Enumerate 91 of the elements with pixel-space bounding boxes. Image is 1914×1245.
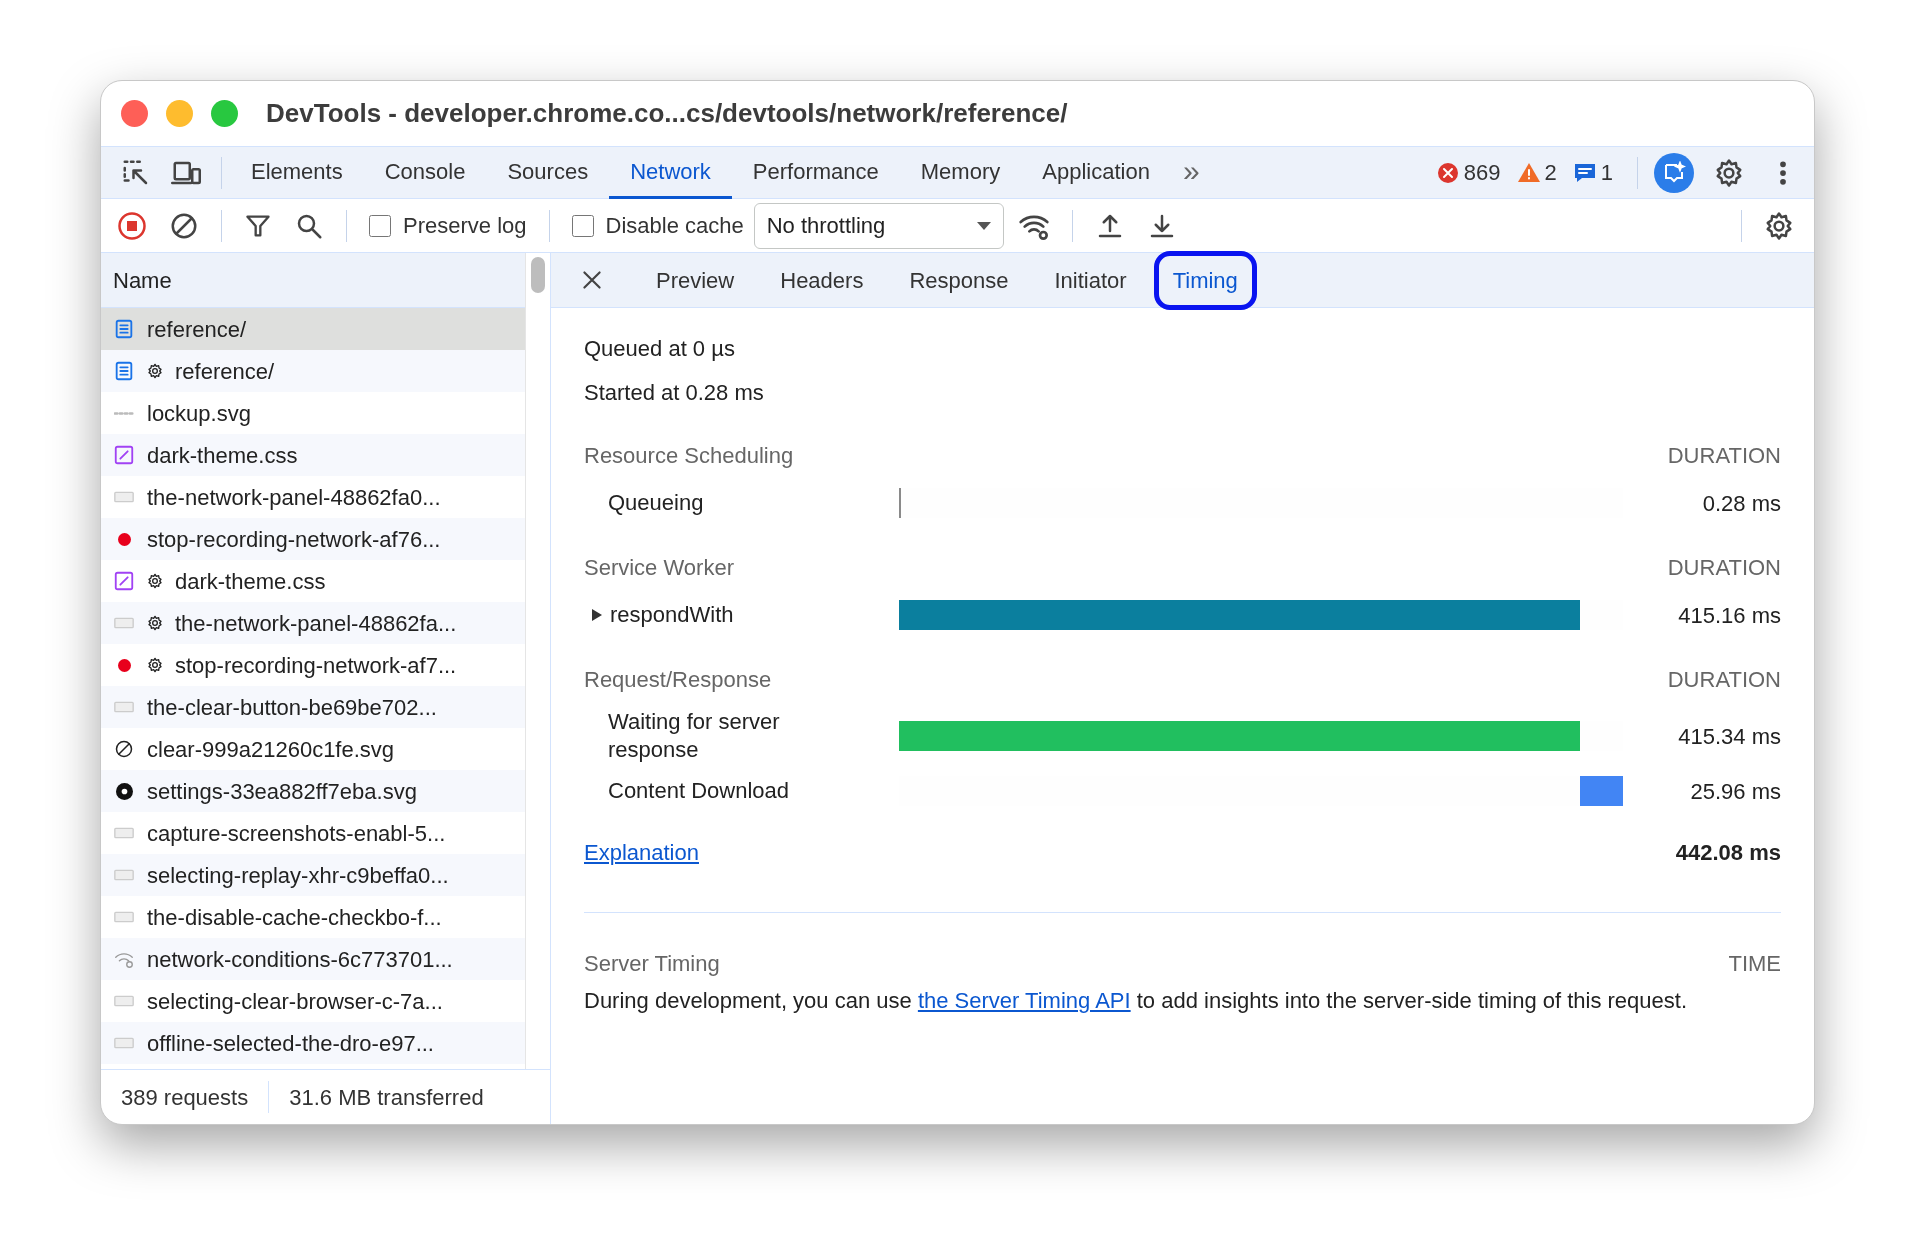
timing-label: Content Download <box>608 777 789 805</box>
column-label: TIME <box>1728 949 1781 978</box>
document-icon <box>113 360 135 382</box>
request-name: reference/ <box>175 357 275 386</box>
request-name: selecting-replay-xhr-c9beffa0... <box>147 861 449 890</box>
duration-value: 25.96 ms <box>1689 777 1781 806</box>
duration-value: 415.16 ms <box>1677 601 1781 630</box>
dashed-line-icon <box>114 411 134 415</box>
error-counter[interactable]: 869 <box>1435 156 1501 189</box>
request-row[interactable]: settings-33ea882ff7eba.svg <box>101 770 525 812</box>
duration-value: 0.28 ms <box>1701 489 1781 518</box>
request-name: dark-theme.css <box>175 567 326 596</box>
queued-time: Queued at 0 µs <box>584 334 736 363</box>
request-name: capture-screenshots-enabl-5... <box>147 819 446 848</box>
request-name: the-network-panel-48862fa0... <box>147 483 441 512</box>
panel-tab[interactable]: Sources <box>486 146 610 199</box>
request-name: stop-recording-network-af76... <box>147 525 441 554</box>
started-time: Started at 0.28 ms <box>584 378 765 407</box>
detail-tab[interactable]: Headers <box>761 250 883 310</box>
panel-tab[interactable]: Performance <box>731 146 900 199</box>
status-text: 389 requests <box>120 1083 250 1112</box>
request-name: the-clear-button-be69be702... <box>147 693 437 722</box>
detail-tab[interactable]: Timing <box>1153 250 1257 310</box>
request-row[interactable]: stop-recording-network-af76... <box>101 518 525 560</box>
timing-label: respondWith <box>610 601 734 629</box>
explanation-link[interactable]: Explanation <box>584 835 699 869</box>
request-name: network-conditions-6c773701... <box>147 945 453 974</box>
detail-tab[interactable]: Response <box>890 250 1028 310</box>
disable-cache-label: Disable cache <box>605 212 744 240</box>
close-window-button[interactable] <box>121 100 148 127</box>
gear-icon <box>115 782 133 800</box>
settings-icon[interactable] <box>1764 210 1794 241</box>
ai-assistant-icon[interactable] <box>1654 152 1694 193</box>
detail-tab[interactable]: Initiator <box>1035 250 1146 310</box>
request-name: dark-theme.css <box>147 441 298 470</box>
timing-label: Queueing <box>608 489 704 517</box>
panel-tab[interactable]: Console <box>363 146 487 199</box>
request-row[interactable]: dark-theme.css <box>101 434 525 476</box>
request-name: the-network-panel-48862fa... <box>175 609 457 638</box>
info-counter[interactable]: 1 <box>1572 156 1613 189</box>
request-name: lockup.svg <box>147 399 251 428</box>
record-icon <box>117 658 131 672</box>
throttling-dropdown[interactable]: No throttling <box>753 202 1004 249</box>
request-name: stop-recording-network-af7... <box>175 651 457 680</box>
stop-recording-icon[interactable] <box>117 210 147 241</box>
column-label: DURATION <box>1667 554 1781 582</box>
record-icon <box>117 532 131 546</box>
request-name: reference/ <box>147 315 247 344</box>
request-name: offline-selected-the-dro-e97... <box>147 1029 434 1058</box>
request-row[interactable]: selecting-replay-xhr-c9beffa0... <box>101 854 525 896</box>
more-tabs-button[interactable]: » <box>1170 148 1212 197</box>
section-title: Server Timing <box>584 949 720 978</box>
error-icon <box>1435 160 1460 185</box>
status-text: 31.6 MB transferred <box>288 1083 485 1112</box>
duration-value: 415.34 ms <box>1677 722 1781 751</box>
section-title: Service Worker <box>584 554 734 582</box>
total-duration: 442.08 ms <box>1675 838 1781 867</box>
request-name: the-disable-cache-checkbo-f... <box>147 903 442 932</box>
column-label: DURATION <box>1667 666 1781 694</box>
server-timing-api-link[interactable]: the Server Timing API <box>917 988 1131 1013</box>
expand-icon[interactable] <box>592 609 602 621</box>
panel-tab[interactable]: Memory <box>899 146 1022 199</box>
server-timing-description: During development, you can use the Server Timing API to add insights into the server-side timing of this request. <box>584 987 1689 1015</box>
request-row[interactable]: network-conditions-6c773701... <box>101 938 525 980</box>
request-row[interactable]: reference/ <box>101 308 525 350</box>
panel-tab[interactable]: Application <box>1021 146 1171 199</box>
request-row[interactable]: offline-selected-the-dro-e97... <box>101 1022 525 1064</box>
request-row[interactable]: reference/ <box>101 350 525 392</box>
stylesheet-icon <box>113 444 135 466</box>
stylesheet-icon <box>113 570 135 592</box>
timing-label: Waiting for server response <box>608 708 781 764</box>
window-title: DevTools - developer.chrome.co...cs/devtools/network/reference/ <box>266 97 1068 130</box>
request-name: settings-33ea882ff7eba.svg <box>147 777 417 806</box>
request-name: selecting-clear-browser-c-7a... <box>147 987 443 1016</box>
warning-counter[interactable]: 2 <box>1516 156 1557 189</box>
preserve-log-label: Preserve log <box>403 212 527 240</box>
preserve-log-checkbox[interactable] <box>369 214 391 237</box>
section-title: Request/Response <box>584 666 772 694</box>
clear-icon <box>115 740 133 758</box>
document-icon <box>113 318 135 340</box>
panel-tab[interactable]: Elements <box>230 146 364 199</box>
request-row[interactable]: the-network-panel-48862fa... <box>101 602 525 644</box>
detail-tab[interactable]: Preview <box>637 250 754 310</box>
section-title: Resource Scheduling <box>584 442 794 470</box>
column-header: Name <box>113 266 172 295</box>
request-row[interactable]: the-clear-button-be69be702... <box>101 686 525 728</box>
scrollbar-thumb[interactable] <box>531 257 545 293</box>
request-name: clear-999a21260c1fe.svg <box>147 735 395 764</box>
column-label: DURATION <box>1667 442 1781 470</box>
disable-cache-checkbox[interactable] <box>571 214 594 237</box>
settings-icon[interactable] <box>1714 157 1744 188</box>
